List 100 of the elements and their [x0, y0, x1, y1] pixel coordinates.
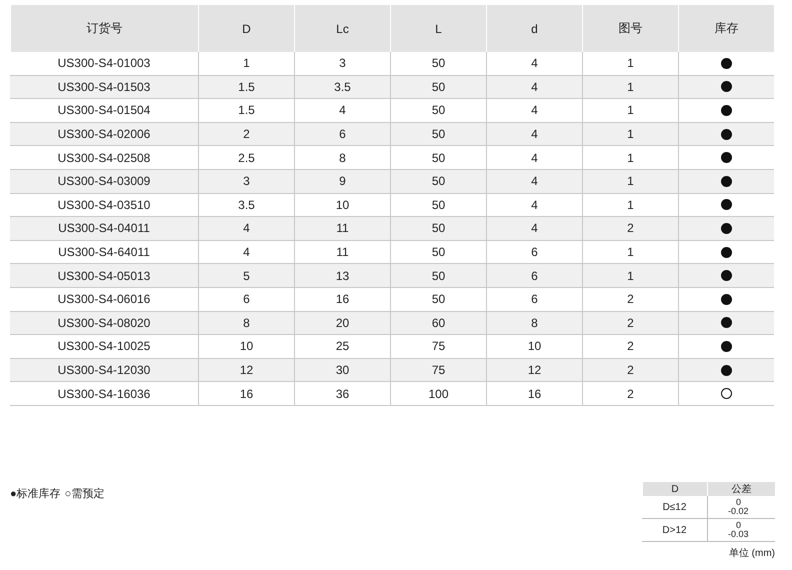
table-cell: 30	[294, 358, 390, 382]
table-cell: 1	[582, 76, 678, 100]
lower-deviation: -0.02	[728, 507, 750, 516]
table-cell: 4	[198, 240, 294, 264]
table-cell: 16	[486, 382, 582, 406]
table-cell: 8	[294, 146, 390, 170]
table-cell: 2.5	[198, 146, 294, 170]
legend-item: ●标准库存	[10, 486, 61, 501]
table-cell: US300-S4-04011	[10, 217, 198, 241]
table-cell: 9	[294, 170, 390, 194]
table-cell: 2	[582, 288, 678, 312]
table-cell: 3.5	[198, 194, 294, 218]
table-cell: US300-S4-05013	[10, 264, 198, 288]
table-cell: 3	[294, 52, 390, 76]
column-header: 订货号	[10, 5, 198, 52]
table-cell: 13	[294, 264, 390, 288]
table-cell: 6	[486, 240, 582, 264]
table-cell: 1	[582, 264, 678, 288]
table-cell: 1	[582, 146, 678, 170]
table-cell: 6	[486, 264, 582, 288]
table-cell: 12	[486, 358, 582, 382]
table-cell: 36	[294, 382, 390, 406]
table-cell: 50	[390, 217, 486, 241]
table-cell: 60	[390, 312, 486, 336]
table-cell: 6	[198, 288, 294, 312]
table-cell: US300-S4-02006	[10, 122, 198, 146]
table-cell: 10	[198, 335, 294, 359]
table-cell: 8	[198, 312, 294, 336]
table-cell: 1.5	[198, 76, 294, 100]
table-cell: 1.5	[198, 99, 294, 123]
table-cell: 4	[486, 217, 582, 241]
table-cell: 16	[198, 382, 294, 406]
table-cell: 1	[198, 52, 294, 76]
table-cell: 2	[582, 358, 678, 382]
column-header: d	[486, 5, 582, 52]
table-cell: 50	[390, 194, 486, 218]
lower-deviation: -0.03	[728, 530, 750, 539]
table-cell: 4	[486, 170, 582, 194]
table-cell: 50	[390, 264, 486, 288]
table-cell: 50	[390, 122, 486, 146]
table-cell: 2	[582, 382, 678, 406]
table-cell: 2	[198, 122, 294, 146]
table-cell: 50	[390, 99, 486, 123]
table-cell: 1	[582, 194, 678, 218]
column-header: D	[642, 482, 707, 496]
table-cell: 4	[486, 76, 582, 100]
table-cell: 2	[582, 335, 678, 359]
table-cell: 6	[294, 122, 390, 146]
column-header: L	[390, 5, 486, 52]
unit-note: 单位 (mm)	[728, 546, 775, 560]
upper-deviation: 0	[736, 521, 742, 530]
table-cell: 50	[390, 288, 486, 312]
column-header: 图号	[582, 5, 678, 52]
column-header: Lc	[294, 5, 390, 52]
table-cell: 50	[390, 146, 486, 170]
table-cell: 4	[486, 146, 582, 170]
column-header: 公差	[707, 482, 775, 496]
table-cell: 50	[390, 170, 486, 194]
upper-deviation: 0	[736, 498, 742, 507]
table-cell: 10	[294, 194, 390, 218]
table-cell: 10	[486, 335, 582, 359]
table-cell: 20	[294, 312, 390, 336]
table-cell: 5	[198, 264, 294, 288]
table-cell: 11	[294, 240, 390, 264]
table-cell: 1	[582, 99, 678, 123]
table-cell: 2	[582, 217, 678, 241]
table-cell: US300-S4-12030	[10, 358, 198, 382]
table-cell: 1	[582, 170, 678, 194]
table-cell: D>12	[642, 519, 707, 542]
table-cell: D≤12	[642, 496, 707, 519]
table-cell: 4	[486, 99, 582, 123]
table-cell: 11	[294, 217, 390, 241]
table-cell: 16	[294, 288, 390, 312]
table-cell: 3.5	[294, 76, 390, 100]
table-cell: 50	[390, 76, 486, 100]
table-cell: 50	[390, 52, 486, 76]
table-cell: 1	[582, 52, 678, 76]
table-cell: US300-S4-08020	[10, 312, 198, 336]
table-cell: 4	[486, 122, 582, 146]
table-cell: US300-S4-03009	[10, 170, 198, 194]
table-cell: 8	[486, 312, 582, 336]
table-cell: 50	[390, 240, 486, 264]
table-cell: US300-S4-03510	[10, 194, 198, 218]
table-cell: US300-S4-01503	[10, 76, 198, 100]
table-cell: 75	[390, 358, 486, 382]
table-cell: 1	[582, 240, 678, 264]
table-cell: 4	[198, 217, 294, 241]
column-header: 库存	[678, 5, 774, 52]
table-cell: 12	[198, 358, 294, 382]
table-cell: 6	[486, 288, 582, 312]
table-cell: 4	[486, 52, 582, 76]
column-header: D	[198, 5, 294, 52]
table-cell: 3	[198, 170, 294, 194]
table-cell: 75	[390, 335, 486, 359]
legend-item: ○需预定	[64, 486, 104, 501]
table-cell: 25	[294, 335, 390, 359]
table-cell: 4	[294, 99, 390, 123]
table-cell: 100	[390, 382, 486, 406]
table-cell: 2	[582, 312, 678, 336]
table-cell: 4	[486, 194, 582, 218]
